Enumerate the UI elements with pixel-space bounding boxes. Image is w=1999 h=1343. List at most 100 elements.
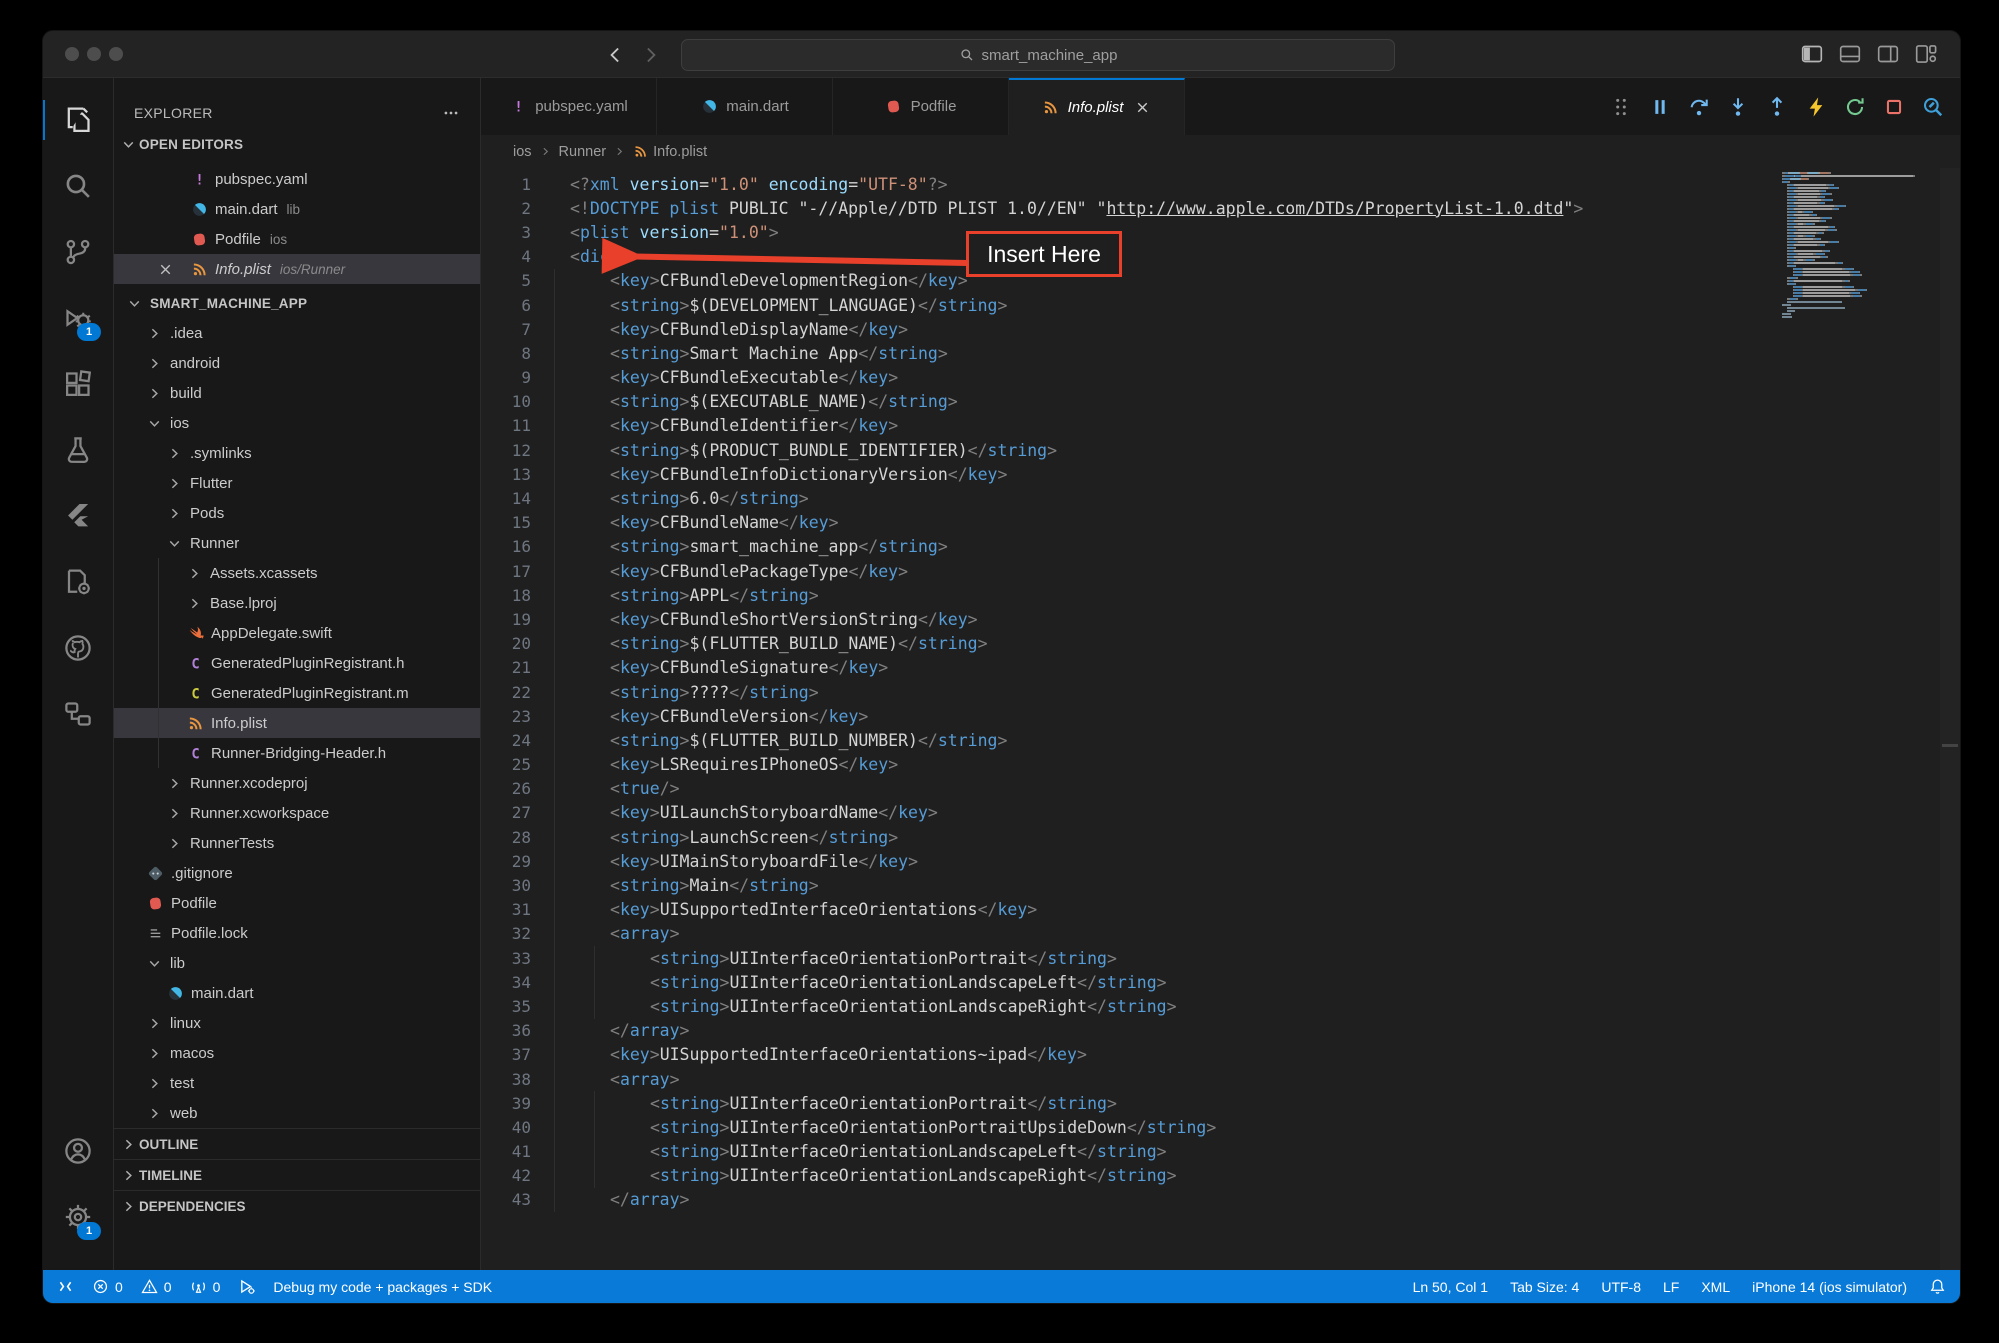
- status-debug-session[interactable]: [238, 1278, 255, 1295]
- activity-settings[interactable]: 1: [43, 1184, 113, 1250]
- activity-references[interactable]: [43, 681, 113, 747]
- section-outline[interactable]: OUTLINE: [114, 1128, 480, 1159]
- tab-main.dart[interactable]: main.dart: [657, 78, 833, 135]
- status-device[interactable]: iPhone 14 (ios simulator): [1752, 1279, 1907, 1295]
- navigate-forward-button[interactable]: [641, 45, 661, 65]
- minimap[interactable]: [1782, 172, 1932, 319]
- open-editor-Podfile[interactable]: Podfileios: [114, 224, 480, 254]
- tree-item-GeneratedPluginRegistrant.m[interactable]: CGeneratedPluginRegistrant.m: [114, 678, 480, 708]
- status-remote-indicator[interactable]: [57, 1278, 74, 1295]
- activity-search[interactable]: [43, 153, 113, 219]
- navigate-back-button[interactable]: [605, 45, 625, 65]
- status-debug-config[interactable]: Debug my code + packages + SDK: [273, 1279, 492, 1295]
- ellipsis-icon[interactable]: [442, 104, 460, 122]
- tree-item-main.dart[interactable]: main.dart: [114, 978, 480, 1008]
- tree-item-AppDelegate.swift[interactable]: AppDelegate.swift: [114, 618, 480, 648]
- tab-Info.plist[interactable]: Info.plist: [1009, 78, 1185, 135]
- close-icon[interactable]: [1133, 99, 1151, 117]
- status-warnings[interactable]: 0: [141, 1278, 172, 1295]
- activity-extensions[interactable]: [43, 351, 113, 417]
- customize-layout-button[interactable]: [1914, 42, 1938, 66]
- tree-item-Info.plist[interactable]: Info.plist: [114, 708, 480, 738]
- tree-item-SMART_MACHINE_APP[interactable]: SMART_MACHINE_APP: [114, 288, 480, 318]
- pause-button[interactable]: [1649, 96, 1671, 118]
- tree-item-Flutter[interactable]: Flutter: [114, 468, 480, 498]
- open-devtools-button[interactable]: [1922, 96, 1944, 118]
- tree-item-Runner-Bridging-Header.h[interactable]: CRunner-Bridging-Header.h: [114, 738, 480, 768]
- status-eol[interactable]: LF: [1663, 1279, 1679, 1295]
- section-timeline[interactable]: TIMELINE: [114, 1159, 480, 1190]
- tree-item-ios[interactable]: ios: [114, 408, 480, 438]
- tree-item-Base.lproj[interactable]: Base.lproj: [114, 588, 480, 618]
- toggle-secondary-sidebar-button[interactable]: [1876, 42, 1900, 66]
- tree-item-Runner[interactable]: Runner: [114, 528, 480, 558]
- tab-pubspec.yaml[interactable]: !pubspec.yaml: [481, 78, 657, 135]
- command-center-search[interactable]: smart_machine_app: [681, 39, 1395, 71]
- tree-item-macos[interactable]: macos: [114, 1038, 480, 1068]
- status-encoding[interactable]: UTF-8: [1601, 1279, 1641, 1295]
- breadcrumb-Info.plist[interactable]: Info.plist: [633, 144, 707, 160]
- tree-item-Podfile.lock[interactable]: Podfile.lock: [114, 918, 480, 948]
- status-errors[interactable]: 0: [92, 1278, 123, 1295]
- status-cursor-position[interactable]: Ln 50, Col 1: [1413, 1279, 1489, 1295]
- tab-Podfile[interactable]: Podfile: [833, 78, 1009, 135]
- status-label: Debug my code + packages + SDK: [273, 1279, 492, 1295]
- breadcrumb-Runner[interactable]: Runner: [559, 144, 607, 160]
- chevron-right-icon: [613, 145, 626, 158]
- tree-item-linux[interactable]: linux: [114, 1008, 480, 1038]
- tree-item-Pods[interactable]: Pods: [114, 498, 480, 528]
- toggle-primary-sidebar-button[interactable]: [1800, 42, 1824, 66]
- tree-item-lib[interactable]: lib: [114, 948, 480, 978]
- section-dependencies[interactable]: DEPENDENCIES: [114, 1190, 480, 1221]
- minimap-line: [1782, 304, 1932, 306]
- minimap-line: [1782, 265, 1932, 267]
- tree-item-Podfile[interactable]: Podfile: [114, 888, 480, 918]
- tree-item-Runner.xcworkspace[interactable]: Runner.xcworkspace: [114, 798, 480, 828]
- status-language-mode[interactable]: XML: [1701, 1279, 1730, 1295]
- code-editor[interactable]: 1<?xml version="1.0" encoding="UTF-8"?>2…: [481, 168, 1960, 1270]
- activity-testing[interactable]: [43, 417, 113, 483]
- close-window-button[interactable]: [65, 47, 79, 61]
- step-out-button[interactable]: [1766, 96, 1788, 118]
- tree-item-android[interactable]: android: [114, 348, 480, 378]
- hot-reload-button[interactable]: [1805, 96, 1827, 118]
- close-icon[interactable]: [156, 260, 174, 278]
- zoom-window-button[interactable]: [109, 47, 123, 61]
- tree-item-label: Info.plist: [211, 715, 267, 732]
- status-notifications[interactable]: [1929, 1278, 1946, 1295]
- minimize-window-button[interactable]: [87, 47, 101, 61]
- status-indentation[interactable]: Tab Size: 4: [1510, 1279, 1579, 1295]
- open-editor-main.dart[interactable]: main.dartlib: [114, 194, 480, 224]
- open-editor-Info.plist[interactable]: Info.plistios/Runner: [114, 254, 480, 284]
- open-editors-header[interactable]: OPEN EDITORS: [114, 130, 480, 158]
- tree-item-RunnerTests[interactable]: RunnerTests: [114, 828, 480, 858]
- tree-item-.gitignore[interactable]: .gitignore: [114, 858, 480, 888]
- open-editor-pubspec.yaml[interactable]: !pubspec.yaml: [114, 164, 480, 194]
- activity-explorer[interactable]: [43, 87, 113, 153]
- status-ports[interactable]: 0: [190, 1278, 221, 1295]
- restart-button[interactable]: [1844, 96, 1866, 118]
- activity-github[interactable]: [43, 615, 113, 681]
- editor-scrollbar[interactable]: [1940, 168, 1960, 1270]
- tree-item-build[interactable]: build: [114, 378, 480, 408]
- drag-handle-button[interactable]: [1610, 96, 1632, 118]
- step-into-button[interactable]: [1727, 96, 1749, 118]
- tree-item-Assets.xcassets[interactable]: Assets.xcassets: [114, 558, 480, 588]
- step-over-button[interactable]: [1688, 96, 1710, 118]
- line-number: 14: [481, 489, 531, 508]
- activity-source-control[interactable]: [43, 219, 113, 285]
- tree-item-.idea[interactable]: .idea: [114, 318, 480, 348]
- activity-flutter[interactable]: [43, 483, 113, 549]
- activity-accounts[interactable]: [43, 1118, 113, 1184]
- tree-item-Runner.xcodeproj[interactable]: Runner.xcodeproj: [114, 768, 480, 798]
- tree-item-GeneratedPluginRegistrant.h[interactable]: CGeneratedPluginRegistrant.h: [114, 648, 480, 678]
- stop-button[interactable]: [1883, 96, 1905, 118]
- tree-item-.symlinks[interactable]: .symlinks: [114, 438, 480, 468]
- line-content: <key>LSRequiresIPhoneOS</key>: [570, 755, 898, 774]
- tree-item-test[interactable]: test: [114, 1068, 480, 1098]
- activity-run-and-debug[interactable]: 1: [43, 285, 113, 351]
- activity-project-settings[interactable]: [43, 549, 113, 615]
- tree-item-web[interactable]: web: [114, 1098, 480, 1128]
- toggle-panel-button[interactable]: [1838, 42, 1862, 66]
- breadcrumb-ios[interactable]: ios: [513, 144, 532, 160]
